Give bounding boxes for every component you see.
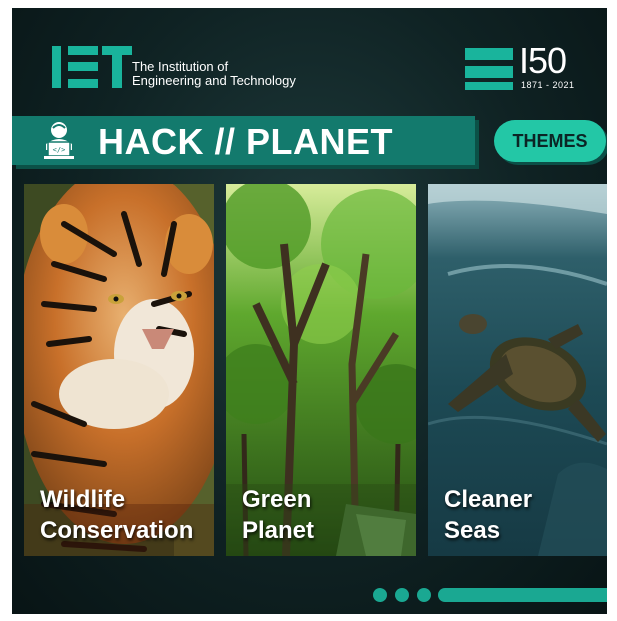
anniversary-years: 1871 - 2021 [521, 80, 575, 90]
card-label: Wildlife Conservation [40, 484, 193, 546]
card-label-line1: Wildlife [40, 486, 126, 513]
hacker-laptop-icon: </> [44, 122, 74, 159]
pager-active-bar[interactable] [438, 588, 607, 602]
themes-button[interactable]: THEMES [494, 120, 606, 162]
card-label: Cleaner Seas [444, 484, 532, 546]
pager-dot[interactable] [417, 588, 431, 602]
org-name: The Institution of Engineering and Techn… [132, 60, 296, 88]
title-banner: </> HACK // PLANET [12, 116, 475, 165]
card-label-line1: Green [242, 486, 312, 513]
card-label: Green Planet [242, 484, 314, 546]
card-cleaner-seas[interactable]: Cleaner Seas [428, 184, 607, 556]
anniversary-number: I50 [519, 40, 567, 81]
org-name-line1: The Institution of [132, 59, 229, 74]
anniversary-logo: I50 1871 - 2021 [465, 40, 577, 90]
pager-dot[interactable] [373, 588, 387, 602]
pager-dot[interactable] [395, 588, 409, 602]
card-wildlife-conservation[interactable]: Wildlife Conservation [24, 184, 214, 556]
card-label-line2: Planet [242, 517, 315, 544]
page-title: HACK // PLANET [98, 121, 393, 162]
org-name-line2: Engineering and Technology [132, 73, 296, 88]
card-label-line2: Conservation [40, 517, 194, 544]
card-green-planet[interactable]: Green Planet [226, 184, 416, 556]
card-label-line2: Seas [444, 517, 501, 544]
iet-logo [52, 46, 132, 88]
promo-graphic: The Institution of Engineering and Techn… [12, 8, 607, 614]
card-label-line1: Cleaner [444, 486, 533, 513]
svg-text:</>: </> [53, 146, 66, 154]
